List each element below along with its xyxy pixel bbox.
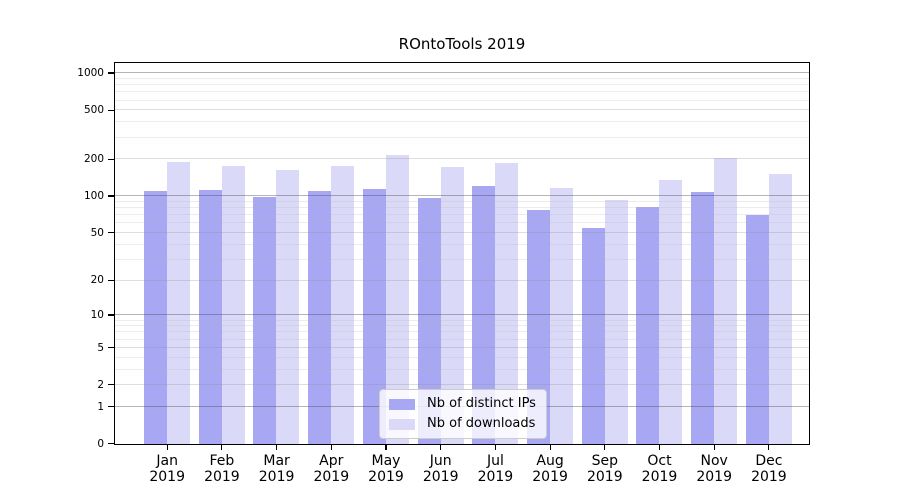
gridline-60 [115,222,809,224]
y-tick-50 [108,232,114,234]
legend-swatch-nb-of-distinct-ips [389,398,415,410]
plot-area: Nb of distinct IPs Nb of downloads [114,62,810,445]
x-tick-dec [768,445,770,450]
gridline-10 [115,314,809,316]
y-tick-500 [108,109,114,111]
gridline-50 [115,232,809,234]
gridline-8 [115,325,809,327]
gridline-1000 [115,72,809,74]
gridline-90 [115,200,809,202]
x-tick-aug [549,445,551,450]
y-tick-label-200: 200 [83,153,104,166]
x-tick-label-month-dec: Dec [755,452,783,469]
y-tick-label-2: 2 [97,378,104,391]
y-tick-label-10: 10 [90,309,104,322]
grid-layer [115,63,809,444]
x-tick-label-year-dec: 2019 [751,469,787,486]
gridline-30 [115,258,809,260]
x-tick-jan [166,445,168,450]
gridline-70 [115,214,809,216]
legend: Nb of distinct IPs Nb of downloads [379,389,547,439]
gridline-100 [115,195,809,197]
y-tick-label-1000: 1000 [77,66,104,79]
y-tick-0 [108,443,114,445]
gridline-5 [115,346,809,348]
y-tick-label-50: 50 [90,226,104,239]
y-tick-10 [108,314,114,316]
gridline-2 [115,384,809,386]
gridline-800 [115,84,809,86]
y-tick-1 [108,405,114,408]
y-tick-label-20: 20 [90,274,104,287]
x-tick-nov [713,445,715,450]
x-tick-may [385,445,387,450]
gridline-40 [115,243,809,245]
x-tick-feb [221,445,223,450]
gridline-3 [115,368,809,370]
x-tick-jul [494,445,496,450]
gridline-300 [115,136,809,138]
y-tick-100 [108,195,114,197]
gridline-7 [115,331,809,333]
figure: ROntoTools 2019 Nb of distinct IPs Nb of … [0,0,900,500]
gridline-9 [115,319,809,321]
chart-title: ROntoTools 2019 [398,35,526,53]
gridline-900 [115,77,809,79]
y-tick-1000 [108,72,114,74]
legend-item-nb-of-downloads: Nb of downloads [389,416,537,432]
x-tick-mar [276,445,278,450]
y-tick-20 [108,279,114,281]
gridline-600 [115,99,809,101]
x-tick-sep [604,445,606,450]
x-tick-apr [330,445,332,450]
y-tick-200 [108,158,114,160]
gridline-700 [115,91,809,93]
gridline-80 [115,207,809,209]
x-tick-oct [658,445,661,450]
legend-label-nb-of-downloads: Nb of downloads [427,416,536,431]
y-tick-label-500: 500 [83,104,104,117]
x-tick-jun [440,445,442,450]
legend-swatch-nb-of-downloads [389,418,415,430]
y-tick-label-5: 5 [97,341,104,354]
y-tick-label-0: 0 [97,437,104,450]
x-tick-label-dec: Dec 2019 [737,453,801,486]
gridline-400 [115,121,809,123]
legend-item-nb-of-distinct-ips: Nb of distinct IPs [389,396,537,412]
gridline-6 [115,338,809,340]
y-tick-label-100: 100 [83,190,104,203]
gridline-200 [115,158,809,160]
gridline-20 [115,279,809,281]
gridline-4 [115,356,809,358]
y-tick-label-1: 1 [97,400,104,413]
legend-label-nb-of-distinct-ips: Nb of distinct IPs [427,396,536,411]
y-tick-2 [108,384,114,386]
gridline-500 [115,109,809,111]
y-tick-5 [108,347,114,349]
